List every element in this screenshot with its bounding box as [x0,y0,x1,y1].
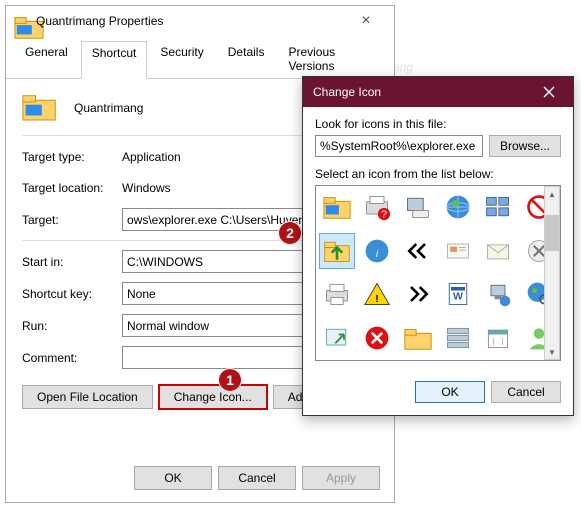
label-start-in: Start in: [22,255,122,269]
computer-net-icon[interactable] [481,277,515,311]
computer-fax-icon[interactable] [401,190,435,224]
select-run-value: Normal window [127,319,209,333]
browse-button[interactable]: Browse... [489,135,561,157]
footer-buttons: OK Cancel Apply [134,466,380,490]
dialog-cancel-button[interactable]: Cancel [491,381,561,403]
dialog-title: Change Icon [313,85,529,99]
warning-icon[interactable]: ! [360,277,394,311]
svg-text:?: ? [381,209,387,221]
dialog-close-button[interactable] [529,78,569,106]
item-icon [22,93,58,123]
label-shortcut-key: Shortcut key: [22,287,122,301]
ok-button[interactable]: OK [134,466,212,490]
svg-text:W: W [453,290,463,302]
look-for-label: Look for icons in this file: [315,117,561,131]
printer-icon[interactable] [320,277,354,311]
tab-general[interactable]: General [14,40,79,78]
tab-security[interactable]: Security [149,40,214,78]
annotation-badge-2: 2 [278,221,302,245]
chevrons-right-icon[interactable] [401,277,435,311]
label-comment: Comment: [22,351,122,365]
open-file-location-button[interactable]: Open File Location [22,385,153,409]
dialog-footer: OK Cancel [303,371,573,415]
tab-details[interactable]: Details [217,40,276,78]
close-button[interactable]: × [346,12,386,30]
item-name: Quantrimang [74,101,143,115]
envelope-icon[interactable] [481,234,515,268]
change-icon-button[interactable]: Change Icon... [159,385,267,409]
label-target-location: Target location: [22,181,122,195]
scroll-down-icon[interactable]: ▼ [545,345,559,359]
apply-button[interactable]: Apply [302,466,380,490]
window-arrow-icon[interactable] [320,321,354,355]
tab-shortcut[interactable]: Shortcut [81,41,148,79]
folder-plain-icon[interactable] [401,321,435,355]
thumbnails-icon[interactable] [481,190,515,224]
label-run: Run: [22,319,122,333]
dialog-ok-button[interactable]: OK [415,381,485,403]
annotation-badge-1: 1 [218,368,242,392]
svg-text:!: ! [376,293,380,305]
list-thumb-icon[interactable] [441,321,475,355]
scroll-up-icon[interactable]: ▲ [545,187,559,201]
mail-card-icon[interactable] [441,234,475,268]
label-target: Target: [22,213,122,227]
printer-question-icon[interactable]: ? [360,190,394,224]
dialog-body: Look for icons in this file: Browse... S… [303,107,573,371]
folder-up-icon[interactable] [320,234,354,268]
calendar-icon[interactable] [481,321,515,355]
folder-icon[interactable] [320,190,354,224]
cancel-button[interactable]: Cancel [218,466,296,490]
window-icon [14,13,30,29]
dialog-titlebar: Change Icon [303,77,573,107]
change-icon-dialog: Change Icon Look for icons in this file:… [302,76,574,416]
titlebar: Quantrimang Properties × [6,6,394,36]
info-icon[interactable]: i [360,234,394,268]
scrollbar[interactable]: ▲ ▼ [544,186,560,360]
tab-previous-versions[interactable]: Previous Versions [277,40,384,78]
icon-list[interactable]: ? i! W [315,185,561,361]
error-x-icon[interactable] [360,321,394,355]
scroll-thumb[interactable] [545,215,559,251]
chevrons-left-icon[interactable] [401,234,435,268]
icon-file-input[interactable] [315,135,483,157]
window-title: Quantrimang Properties [36,14,346,28]
globe-net-icon[interactable] [441,190,475,224]
label-target-type: Target type: [22,150,122,164]
select-icon-label: Select an icon from the list below: [315,167,561,181]
tab-bar: General Shortcut Security Details Previo… [6,36,394,79]
word-doc-icon[interactable]: W [441,277,475,311]
